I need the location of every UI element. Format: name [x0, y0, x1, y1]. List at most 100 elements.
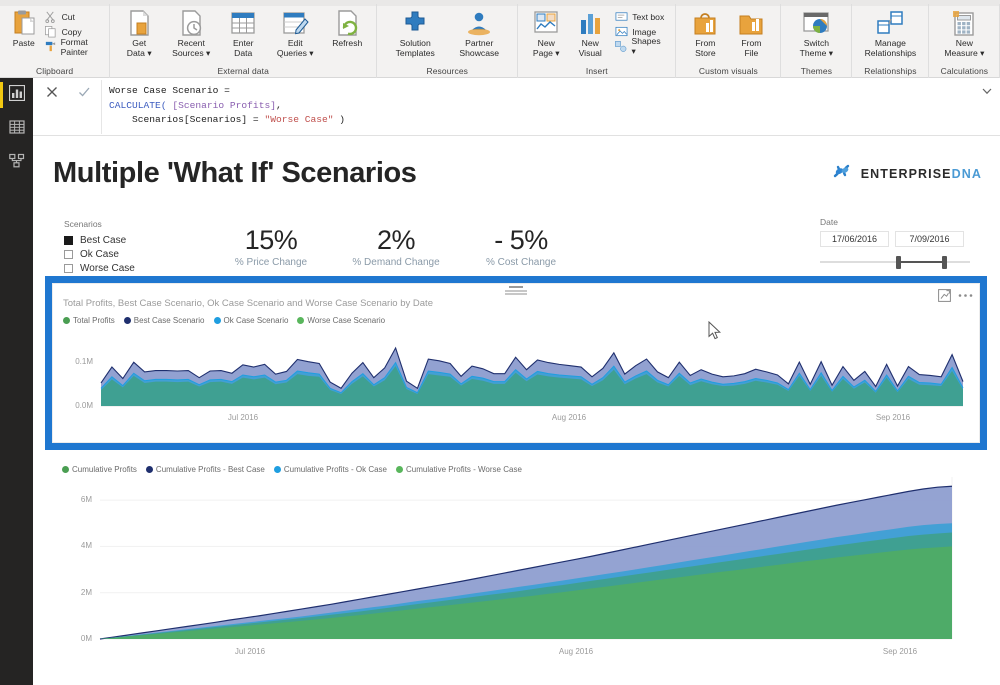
shapes-button[interactable]: Shapes ▾	[612, 36, 669, 56]
data-table-icon	[8, 119, 25, 140]
ribbon-group-label: External data	[217, 66, 269, 76]
image-icon	[614, 25, 628, 38]
enter-data-button[interactable]: Enter Data	[220, 6, 266, 58]
sidebar-item-model-view[interactable]	[0, 146, 33, 180]
chart-plot-area: 0.0M 0.1M Jul 2016 Aug 2016 Sep 2016	[53, 284, 979, 442]
switch-theme-label: Switch Theme ▾	[799, 38, 834, 58]
enter-data-label: Enter Data	[232, 38, 254, 58]
daily-scenarios-area-chart[interactable]: Total Profits, Best Case Scenario, Ok Ca…	[45, 276, 987, 450]
solution-templates-button[interactable]: Solution Templates	[383, 6, 447, 58]
paste-button[interactable]: Paste	[6, 6, 42, 49]
slicer-option-best-case[interactable]: Best Case	[64, 233, 194, 247]
edit-queries-icon	[281, 8, 309, 38]
ribbon-group-label: Insert	[585, 66, 608, 76]
kpi-card-cost-change[interactable]: - 5% % Cost Change	[451, 225, 591, 268]
scenarios-slicer-title: Scenarios	[64, 219, 102, 229]
checkmark-icon	[78, 85, 91, 103]
model-relationships-icon	[8, 153, 25, 174]
date-slicer-track[interactable]	[820, 256, 970, 269]
refresh-button[interactable]: Refresh	[324, 6, 370, 49]
active-indicator	[0, 82, 3, 108]
y-axis-tick: 6M	[80, 495, 92, 505]
manage-relationships-icon	[876, 8, 904, 38]
ribbon-group-themes: Switch Theme ▾ Themes	[780, 4, 851, 78]
enter-data-icon	[229, 8, 257, 38]
view-switcher-sidebar	[0, 78, 33, 685]
new-measure-button[interactable]: New Measure ▾	[935, 6, 993, 58]
from-store-icon	[691, 8, 719, 38]
scenarios-slicer-options: Best Case Ok Case Worse Case	[64, 233, 194, 275]
new-page-button[interactable]: New Page ▾	[524, 6, 568, 58]
cancel-formula-button[interactable]	[37, 82, 67, 106]
checkbox-icon[interactable]	[64, 249, 73, 259]
dax-comma: ,	[275, 99, 282, 111]
dax-close-paren: )	[333, 114, 346, 125]
text-box-label: Text box	[632, 11, 665, 22]
sidebar-item-data-view[interactable]	[0, 112, 33, 146]
ribbon-group-insert: New Page ▾ New Visual Text box Image Shapes …	[517, 4, 675, 78]
accept-formula-button[interactable]	[69, 82, 99, 106]
cut-button[interactable]: Cut	[42, 9, 104, 24]
format-painter-icon	[44, 40, 57, 53]
dax-measure-reference: [Scenario Profits]	[166, 99, 276, 111]
slider-handle-right[interactable]	[942, 256, 947, 269]
cut-label: Cut	[61, 11, 75, 22]
new-visual-button[interactable]: New Visual	[568, 6, 612, 58]
new-measure-label: New Measure ▾	[944, 38, 985, 58]
x-icon	[46, 85, 58, 103]
ribbon-group-label: Themes	[800, 66, 833, 76]
slicer-option-ok-case[interactable]: Ok Case	[64, 247, 194, 261]
enterprise-dna-logo: ENTERPRISEDNA	[832, 162, 982, 185]
partner-showcase-button[interactable]: Partner Showcase	[447, 6, 511, 58]
sidebar-item-report-view[interactable]	[0, 78, 33, 112]
kpi-caption: % Cost Change	[485, 257, 557, 268]
copy-icon	[44, 25, 58, 38]
x-axis-tick: Sep 2016	[875, 413, 911, 422]
switch-theme-button[interactable]: Switch Theme ▾	[787, 6, 845, 58]
new-visual-label: New Visual	[578, 38, 602, 58]
formula-bar-buttons	[37, 82, 99, 106]
slicer-option-worse-case[interactable]: Worse Case	[64, 261, 194, 275]
slider-handle-left[interactable]	[896, 256, 901, 269]
edit-queries-button[interactable]: Edit Queries ▾	[266, 6, 324, 58]
checkbox-icon[interactable]	[64, 235, 73, 245]
switch-theme-icon	[802, 8, 830, 38]
dax-formula-editor[interactable]: Worse Case Scenario = CALCULATE( [Scenar…	[109, 84, 976, 128]
x-axis-tick: Aug 2016	[551, 413, 587, 422]
y-axis-tick: 2M	[80, 587, 92, 597]
y-axis-tick: 0.0M	[75, 401, 93, 410]
kpi-value: - 5%	[494, 225, 548, 255]
from-store-button[interactable]: From Store	[682, 6, 728, 58]
manage-relationships-button[interactable]: Manage Relationships	[858, 6, 922, 58]
text-box-button[interactable]: Text box	[612, 9, 669, 24]
scenarios-slicer: Scenarios Best Case Ok Case Worse Case	[64, 219, 194, 275]
ribbon-group-label: Calculations	[940, 66, 989, 76]
kpi-card-price-change[interactable]: 15% % Price Change	[201, 225, 341, 268]
slider-rail	[820, 261, 970, 263]
from-file-label: From File	[741, 38, 762, 58]
text-box-icon	[614, 10, 628, 23]
ribbon-group-items: Switch Theme ▾	[787, 4, 845, 65]
refresh-icon	[333, 8, 361, 38]
from-file-button[interactable]: From File	[728, 6, 774, 58]
copy-label: Copy	[61, 26, 82, 37]
date-start-input[interactable]: 17/06/2016	[820, 231, 889, 247]
dax-column-filter: Scenarios[Scenarios] =	[109, 114, 265, 125]
date-end-input[interactable]: 7/09/2016	[895, 231, 964, 247]
format-painter-button[interactable]: Format Painter	[42, 37, 104, 57]
x-axis-tick: Jul 2016	[227, 413, 259, 422]
recent-sources-button[interactable]: Recent Sources ▾	[162, 6, 220, 58]
get-data-button[interactable]: Get Data ▾	[116, 6, 162, 58]
date-slicer-title: Date	[820, 217, 838, 227]
formula-bar: Worse Case Scenario = CALCULATE( [Scenar…	[33, 78, 1000, 136]
ribbon: Paste Cut Copy Format Painter Clipboard Get D…	[0, 0, 1000, 78]
date-slicer: Date 17/06/2016 7/09/2016	[820, 217, 970, 269]
checkbox-icon[interactable]	[64, 263, 73, 273]
ribbon-group-items: Solution Templates Partner Showcase	[383, 4, 511, 65]
ribbon-group-items: New Page ▾ New Visual Text box Image Shapes …	[524, 4, 669, 65]
image-label: Image	[632, 26, 657, 37]
from-store-label: From Store	[695, 38, 716, 58]
chevron-down-icon[interactable]	[980, 84, 994, 98]
cumulative-profits-area-chart[interactable]: Cumulative Profits Cumulative Profits - B…	[52, 457, 980, 679]
kpi-card-demand-change[interactable]: 2% % Demand Change	[326, 225, 466, 268]
